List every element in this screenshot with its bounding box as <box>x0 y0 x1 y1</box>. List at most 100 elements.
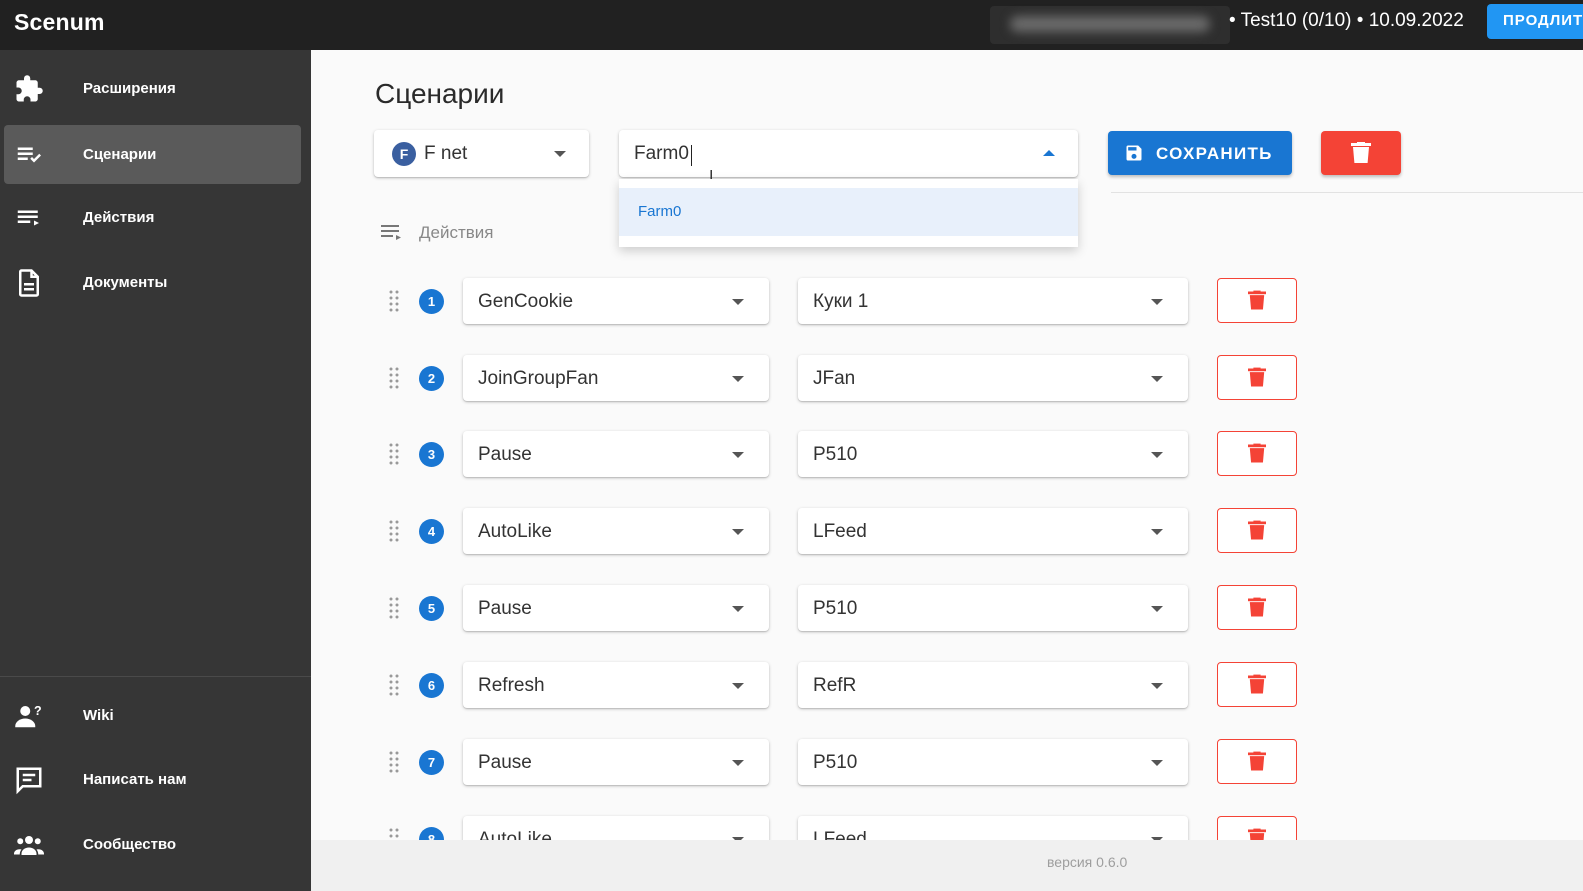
action-row: 6 Refresh RefR <box>311 662 1583 708</box>
action-select[interactable]: Pause <box>463 585 769 631</box>
action-row: 7 Pause P510 <box>311 739 1583 785</box>
sidebar-item-contact[interactable]: Написать нам <box>4 750 301 809</box>
sidebar-item-label: Документы <box>83 274 168 291</box>
delete-row-button[interactable] <box>1217 585 1297 630</box>
chevron-down-icon <box>1151 299 1163 305</box>
sidebar-item-label: Сценарии <box>83 146 157 163</box>
chevron-down-icon <box>1151 606 1163 612</box>
main-content: Сценарии F F net Farm0 I СОХРАНИТЬ Farm0… <box>311 50 1583 891</box>
delete-row-button[interactable] <box>1217 662 1297 707</box>
scenario-input-value: Farm0 <box>634 143 689 164</box>
param-select-value: JFan <box>813 368 856 389</box>
param-select-value: Куки 1 <box>813 291 869 312</box>
list-icon <box>381 225 401 240</box>
delete-row-button[interactable] <box>1217 739 1297 784</box>
network-select[interactable]: F F net <box>374 130 589 177</box>
sidebar-item-wiki[interactable]: ? Wiki <box>4 686 301 745</box>
scenario-dropdown: Farm0 <box>619 179 1078 247</box>
drag-handle-icon[interactable] <box>388 442 400 466</box>
sidebar-item-community[interactable]: Сообщество <box>4 815 301 874</box>
chevron-down-icon <box>554 151 566 157</box>
delete-row-button[interactable] <box>1217 355 1297 400</box>
account-email-blurred <box>990 6 1230 44</box>
trash-icon <box>1248 674 1266 694</box>
step-number: 3 <box>419 442 444 467</box>
drag-handle-icon[interactable] <box>388 673 400 697</box>
action-select-value: GenCookie <box>478 291 574 312</box>
app-brand[interactable]: Scenum <box>14 9 105 36</box>
action-row: 4 AutoLike LFeed <box>311 508 1583 554</box>
delete-scenario-button[interactable] <box>1321 131 1401 175</box>
drag-handle-icon[interactable] <box>388 366 400 390</box>
chevron-down-icon <box>1151 452 1163 458</box>
document-icon <box>19 269 39 297</box>
scenario-name-input[interactable]: Farm0 I <box>619 130 1078 185</box>
step-number: 7 <box>419 750 444 775</box>
chevron-up-icon[interactable] <box>1043 150 1055 156</box>
step-number: 1 <box>419 289 444 314</box>
param-select-value: RefR <box>813 675 857 696</box>
action-select[interactable]: Refresh <box>463 662 769 708</box>
sidebar-item-actions[interactable]: Действия <box>4 188 301 247</box>
chevron-down-icon <box>1151 760 1163 766</box>
param-select-value: P510 <box>813 598 858 619</box>
action-select-value: AutoLike <box>478 521 552 542</box>
sidebar-item-label: Расширения <box>83 80 176 97</box>
param-select-value: P510 <box>813 752 858 773</box>
delete-row-button[interactable] <box>1217 508 1297 553</box>
group-icon <box>14 836 44 855</box>
version-label: версия 0.6.0 <box>1047 854 1128 870</box>
network-select-value: F net <box>424 143 468 164</box>
chevron-down-icon <box>732 606 744 612</box>
drag-handle-icon[interactable] <box>388 519 400 543</box>
sidebar-item-extensions[interactable]: Расширения <box>4 59 301 118</box>
action-select-value: Pause <box>478 598 532 619</box>
delete-row-button[interactable] <box>1217 431 1297 476</box>
chevron-down-icon <box>1151 529 1163 535</box>
account-info: • Test10 (0/10) • 10.09.2022 <box>1229 10 1464 31</box>
trash-icon <box>1248 367 1266 387</box>
svg-text:?: ? <box>34 704 42 718</box>
sidebar-item-documents[interactable]: Документы <box>4 253 301 312</box>
action-row: 1 GenCookie Куки 1 <box>311 278 1583 324</box>
save-button-label: СОХРАНИТЬ <box>1156 144 1273 163</box>
extend-subscription-button[interactable]: ПРОДЛИТЬ <box>1487 4 1583 39</box>
param-select[interactable]: P510 <box>798 739 1188 785</box>
trash-icon <box>1351 142 1371 163</box>
sidebar: Расширения Сценарии Действия Документы ?… <box>0 50 311 891</box>
drag-handle-icon[interactable] <box>388 596 400 620</box>
action-select-value: Refresh <box>478 675 545 696</box>
action-row: 2 JoinGroupFan JFan <box>311 355 1583 401</box>
action-select[interactable]: Pause <box>463 739 769 785</box>
trash-icon <box>1248 751 1266 771</box>
param-select[interactable]: LFeed <box>798 508 1188 554</box>
param-select[interactable]: RefR <box>798 662 1188 708</box>
puzzle-icon <box>16 75 43 102</box>
drag-handle-icon[interactable] <box>388 750 400 774</box>
drag-handle-icon[interactable] <box>388 289 400 313</box>
action-select[interactable]: JoinGroupFan <box>463 355 769 401</box>
param-select[interactable]: JFan <box>798 355 1188 401</box>
sidebar-item-scenarios[interactable]: Сценарии <box>4 125 301 184</box>
param-select-value: P510 <box>813 444 858 465</box>
sidebar-item-label: Действия <box>83 209 155 226</box>
action-select[interactable]: AutoLike <box>463 508 769 554</box>
actions-section-label: Действия <box>419 223 494 242</box>
top-bar: Scenum • Test10 (0/10) • 10.09.2022 ПРОД… <box>0 0 1583 50</box>
step-number: 5 <box>419 596 444 621</box>
delete-row-button[interactable] <box>1217 278 1297 323</box>
action-select-value: Pause <box>478 444 532 465</box>
param-select[interactable]: P510 <box>798 431 1188 477</box>
dropdown-option[interactable]: Farm0 <box>619 188 1078 236</box>
save-button[interactable]: СОХРАНИТЬ <box>1108 131 1292 175</box>
list-icon <box>17 210 39 226</box>
param-select[interactable]: Куки 1 <box>798 278 1188 324</box>
chevron-down-icon <box>732 452 744 458</box>
chevron-down-icon <box>732 760 744 766</box>
action-select[interactable]: GenCookie <box>463 278 769 324</box>
param-select-value: LFeed <box>813 521 867 542</box>
action-select[interactable]: Pause <box>463 431 769 477</box>
param-select[interactable]: P510 <box>798 585 1188 631</box>
sidebar-item-label: Сообщество <box>83 836 177 853</box>
trash-icon <box>1248 597 1266 617</box>
